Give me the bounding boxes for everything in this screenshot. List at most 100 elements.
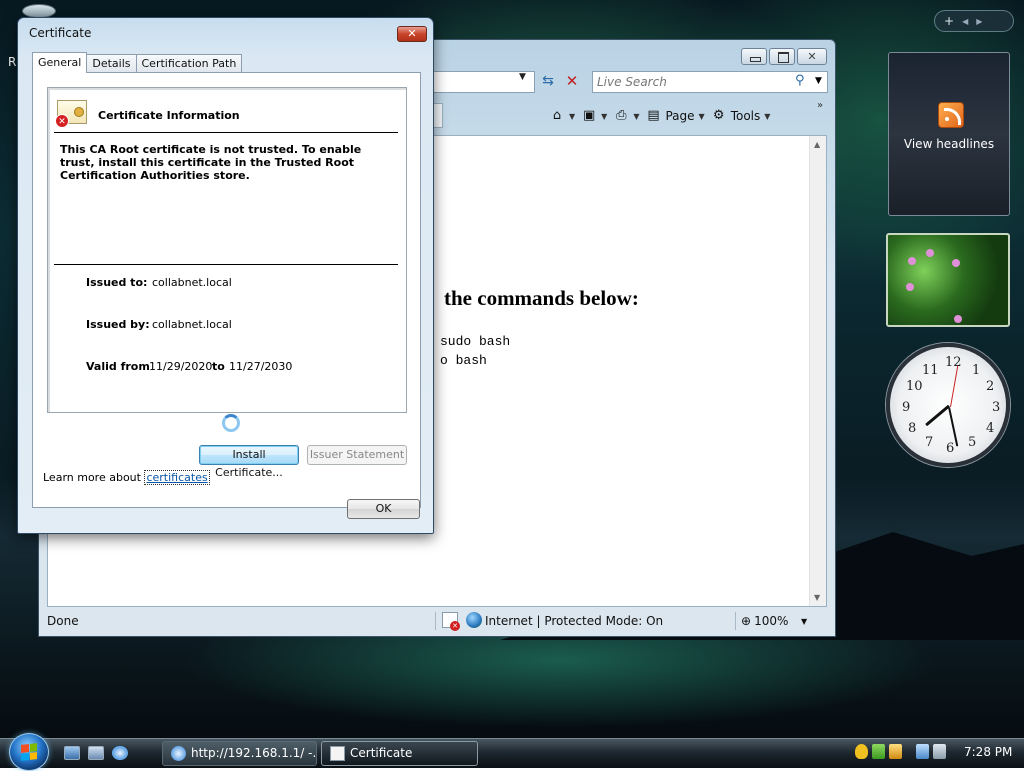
flower-shape (926, 249, 934, 257)
desktop-icon-label[interactable]: R (8, 55, 16, 69)
dialog-title: Certificate (29, 26, 92, 40)
trust-warning-message: This CA Root certificate is not trusted.… (60, 143, 362, 182)
issued-to-label: Issued to: (86, 276, 148, 289)
clock-numeral: 4 (986, 421, 995, 436)
install-certificate-button[interactable]: Install Certificate... (199, 445, 299, 479)
clock-numeral: 7 (925, 435, 934, 450)
windows-logo-icon (21, 743, 37, 761)
refresh-icon[interactable]: ⇆ (537, 71, 559, 93)
status-bar: Done Internet | Protected Mode: On ⊕100%… (41, 609, 833, 633)
search-options-dropdown-icon[interactable]: ▼ (815, 76, 822, 86)
home-button[interactable]: ⌂ ▼ (549, 108, 575, 124)
taskbar-clock[interactable]: 7:28 PM (964, 745, 1012, 759)
clock-second-hand (950, 365, 959, 408)
scroll-down-icon[interactable]: ▼ (814, 593, 820, 602)
page-menu-label: Page (665, 109, 695, 123)
feeds-button[interactable]: ▣ ▼ (581, 108, 607, 124)
internet-explorer-icon[interactable] (112, 746, 128, 760)
tools-menu-button[interactable]: ⚙ Tools ▼ (711, 108, 771, 124)
zoom-dropdown-icon[interactable]: ▼ (801, 617, 807, 626)
maximize-button[interactable] (769, 48, 795, 65)
sidebar-prev-button[interactable]: ◀ (962, 17, 968, 26)
search-input[interactable] (595, 73, 791, 91)
taskbar-button-certificate[interactable]: Certificate (321, 741, 478, 766)
tools-menu-label: Tools (730, 109, 761, 123)
network-icon[interactable] (916, 744, 929, 759)
page-menu-button[interactable]: ▤ Page ▼ (645, 108, 704, 124)
ok-button[interactable]: OK (347, 499, 420, 519)
switch-windows-icon[interactable] (88, 746, 104, 760)
page-icon: ▤ (647, 108, 660, 123)
sidebar-next-button[interactable]: ▶ (976, 17, 982, 26)
live-search-box[interactable]: ⚲ ▼ (592, 71, 828, 93)
clock-gadget[interactable]: 12 1 2 3 4 5 6 7 8 9 10 11 (886, 343, 1010, 467)
view-headlines-label[interactable]: View headlines (889, 137, 1009, 151)
flower-shape (906, 283, 914, 291)
page-heading: the commands below: (444, 286, 639, 310)
status-text: Done (47, 614, 79, 628)
scroll-up-icon[interactable]: ▲ (814, 140, 820, 149)
flower-shape (908, 257, 916, 265)
clock-numeral: 2 (986, 379, 995, 394)
zoom-level: 100% (754, 614, 789, 628)
rss-feed-icon (938, 102, 964, 128)
taskbar-button-label: http://192.168.1.1/ -... (191, 746, 317, 760)
busy-cursor-icon (222, 414, 240, 432)
update-icon[interactable] (872, 744, 885, 759)
feed-icon: ▣ (583, 108, 596, 123)
volume-icon[interactable] (933, 744, 946, 759)
recycle-bin-icon[interactable] (22, 4, 56, 18)
security-zone-label[interactable]: Internet | Protected Mode: On (485, 614, 663, 628)
print-button[interactable]: ⎙ ▼ (613, 108, 639, 124)
issued-by-value: collabnet.local (152, 318, 232, 331)
clock-numeral: 9 (902, 400, 911, 415)
dialog-tabs: General Details Certification Path (32, 52, 243, 73)
slideshow-gadget[interactable] (886, 233, 1010, 327)
feed-headlines-gadget[interactable]: View headlines (888, 52, 1010, 216)
network-alert-icon[interactable] (889, 744, 902, 759)
valid-to-value: 11/27/2030 (229, 360, 293, 373)
home-icon: ⌂ (552, 108, 562, 123)
system-tray (855, 744, 946, 759)
clock-numeral: 8 (908, 421, 917, 436)
tab-general[interactable]: General (32, 52, 88, 73)
command-bar: ⌂ ▼ ▣ ▼ ⎙ ▼ ▤ Page ▼ ⚙ Tools ▼ (549, 105, 771, 127)
certificate-error-icon[interactable] (442, 612, 460, 631)
certificate-dialog: Certificate ✕ General Details Certificat… (17, 17, 434, 534)
tab-details[interactable]: Details (86, 54, 137, 73)
tab-certification-path[interactable]: Certification Path (135, 54, 243, 73)
start-button[interactable] (9, 733, 49, 771)
close-dialog-button[interactable]: ✕ (397, 26, 427, 42)
certificates-link[interactable]: certificates (144, 470, 210, 485)
address-dropdown-icon[interactable]: ▼ (519, 72, 526, 82)
status-divider (435, 612, 436, 630)
code-line: o bash (440, 353, 487, 368)
zoom-control[interactable]: ⊕ 100% (741, 614, 788, 628)
divider (54, 132, 398, 133)
zoom-icon: ⊕ (741, 614, 752, 628)
globe-icon (466, 612, 482, 628)
taskbar-button-browser[interactable]: http://192.168.1.1/ -... (162, 741, 317, 766)
certificate-window-icon (330, 746, 345, 761)
clock-numeral: 5 (968, 435, 977, 450)
gear-icon: ⚙ (712, 108, 725, 123)
add-gadget-button[interactable]: + (944, 14, 954, 28)
clock-numeral: 6 (946, 441, 955, 456)
certificate-info-frame: ✕ Certificate Information This CA Root c… (47, 87, 407, 413)
valid-from-value: 11/29/2020 (149, 360, 213, 373)
minimize-button[interactable] (741, 48, 767, 65)
taskbar-button-label: Certificate (350, 746, 413, 760)
stop-icon[interactable]: ✕ (561, 71, 583, 93)
security-shield-icon[interactable] (855, 744, 868, 759)
clock-numeral: 11 (922, 363, 939, 378)
search-icon[interactable]: ⚲ (795, 73, 805, 88)
learn-more-label: Learn more about (43, 471, 141, 484)
certificate-seal-icon (74, 107, 84, 117)
close-window-button[interactable]: ✕ (797, 48, 827, 65)
more-commands-chevron-icon[interactable]: » (817, 100, 823, 111)
code-line: sudo bash (440, 334, 511, 349)
issuer-statement-button: Issuer Statement (307, 445, 407, 465)
clock-numeral: 3 (992, 400, 1001, 415)
show-desktop-icon[interactable] (64, 746, 80, 760)
vertical-scrollbar[interactable]: ▲ ▼ (809, 136, 826, 606)
